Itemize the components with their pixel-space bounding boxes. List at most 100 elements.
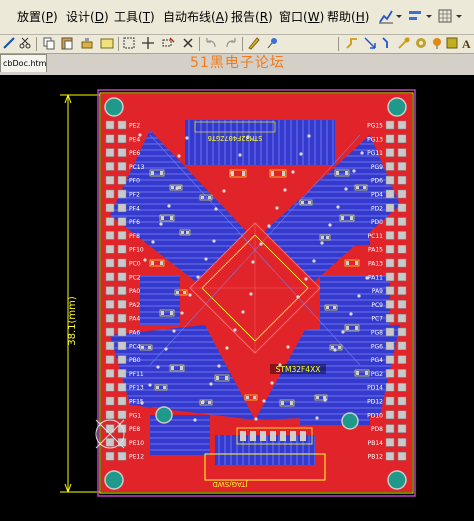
- rubber-stamp-icon[interactable]: [80, 36, 94, 50]
- left-header-pin[interactable]: [105, 244, 115, 254]
- left-header-pin[interactable]: [105, 175, 115, 185]
- right-header-pin[interactable]: [397, 410, 407, 420]
- string-icon[interactable]: A: [460, 36, 474, 50]
- left-header-pin[interactable]: [105, 258, 115, 268]
- right-header-pin[interactable]: [385, 258, 395, 268]
- left-header-pin[interactable]: [117, 217, 127, 226]
- right-header-pin[interactable]: [385, 327, 395, 337]
- left-header-pin[interactable]: [117, 231, 127, 240]
- right-header-pin[interactable]: [385, 134, 395, 144]
- left-header-pin[interactable]: [105, 189, 115, 199]
- deselect-icon[interactable]: [161, 36, 175, 50]
- right-header-pin[interactable]: [397, 189, 407, 199]
- right-header-pin[interactable]: [385, 369, 395, 378]
- left-header-pin[interactable]: [105, 286, 115, 295]
- dropdown-arrow-icon-3[interactable]: [455, 8, 463, 24]
- menu-help[interactable]: 帮助(H): [327, 10, 369, 24]
- right-header-pin[interactable]: [397, 244, 407, 254]
- trace-icon[interactable]: [381, 36, 395, 50]
- left-header-pin[interactable]: [117, 120, 127, 130]
- right-header-pin[interactable]: [385, 272, 395, 282]
- left-header-pin[interactable]: [105, 451, 115, 461]
- right-header-pin[interactable]: [385, 424, 395, 433]
- left-header-pin[interactable]: [117, 189, 127, 199]
- left-header-pin[interactable]: [117, 341, 127, 351]
- right-header-pin[interactable]: [385, 203, 395, 213]
- left-header-pin[interactable]: [117, 203, 127, 213]
- menu-place[interactable]: 放置(P): [17, 10, 58, 24]
- left-header-pin[interactable]: [105, 134, 115, 144]
- undo-icon[interactable]: [204, 36, 218, 50]
- right-header-pin[interactable]: [385, 244, 395, 254]
- right-header-pin[interactable]: [397, 286, 407, 295]
- right-header-pin[interactable]: [397, 451, 407, 461]
- redo-icon[interactable]: [224, 36, 238, 50]
- arrow-icon[interactable]: [363, 36, 377, 50]
- dropdown-arrow-icon-2[interactable]: [425, 8, 433, 24]
- left-header-pin[interactable]: [105, 272, 115, 282]
- right-header-pin[interactable]: [397, 382, 407, 392]
- right-header-pin[interactable]: [397, 203, 407, 213]
- right-header-pin[interactable]: [397, 355, 407, 364]
- menu-design[interactable]: 设计(D): [66, 10, 109, 24]
- right-header-pin[interactable]: [397, 313, 407, 323]
- left-header-pin[interactable]: [117, 272, 127, 282]
- right-header-pin[interactable]: [397, 134, 407, 144]
- left-header-pin[interactable]: [105, 217, 115, 226]
- left-header-pin[interactable]: [117, 148, 127, 157]
- pin-icon[interactable]: [265, 36, 279, 50]
- menu-tools[interactable]: 工具(T): [114, 10, 155, 24]
- right-header-pin[interactable]: [385, 189, 395, 199]
- right-header-pin[interactable]: [385, 313, 395, 323]
- menu-autoroute[interactable]: 自动布线(A): [163, 10, 229, 24]
- left-header-pin[interactable]: [105, 355, 115, 364]
- pcb-board-view[interactable]: 38.1(mm) STM32F407ZGT6 STM32F4XX JTAG/SW…: [0, 75, 474, 521]
- left-header-pin[interactable]: [117, 258, 127, 268]
- cross-icon[interactable]: [181, 36, 195, 50]
- right-header-pin[interactable]: [397, 120, 407, 130]
- right-header-pin[interactable]: [397, 327, 407, 337]
- right-header-pin[interactable]: [397, 341, 407, 351]
- left-header-pin[interactable]: [117, 382, 127, 392]
- left-header-pin[interactable]: [117, 369, 127, 378]
- copy-icon[interactable]: [42, 36, 56, 50]
- right-header-pin[interactable]: [385, 451, 395, 461]
- right-header-pin[interactable]: [385, 217, 395, 226]
- left-header-pin[interactable]: [105, 231, 115, 240]
- right-header-pin[interactable]: [397, 217, 407, 226]
- select-rect-icon[interactable]: [122, 36, 136, 50]
- dropdown-arrow-icon[interactable]: [395, 8, 403, 24]
- left-header-pin[interactable]: [117, 162, 127, 171]
- left-header-pin[interactable]: [117, 410, 127, 420]
- right-header-pin[interactable]: [385, 175, 395, 185]
- right-header-pin[interactable]: [385, 300, 395, 309]
- left-header-pin[interactable]: [117, 313, 127, 323]
- pcb-canvas[interactable]: 38.1(mm) STM32F407ZGT6 STM32F4XX JTAG/SW…: [0, 75, 474, 521]
- right-header-pin[interactable]: [385, 355, 395, 364]
- left-header-pin[interactable]: [117, 300, 127, 309]
- left-header-pin[interactable]: [105, 148, 115, 157]
- left-header-pin[interactable]: [105, 382, 115, 392]
- tab-pcbdoc-htm[interactable]: cbDoc.htm: [0, 54, 47, 72]
- right-header-pin[interactable]: [397, 231, 407, 240]
- chart-icon[interactable]: [378, 8, 394, 24]
- route-icon[interactable]: [345, 36, 359, 50]
- right-header-pin[interactable]: [397, 396, 407, 406]
- right-header-pin[interactable]: [385, 231, 395, 240]
- left-header-pin[interactable]: [117, 244, 127, 254]
- left-header-pin[interactable]: [117, 327, 127, 337]
- left-header-pin[interactable]: [117, 424, 127, 433]
- unlink-icon[interactable]: [2, 36, 16, 50]
- paste-icon[interactable]: [60, 36, 74, 50]
- right-header-pin[interactable]: [397, 175, 407, 185]
- left-header-pin[interactable]: [117, 355, 127, 364]
- left-header-pin[interactable]: [105, 341, 115, 351]
- left-header-pin[interactable]: [105, 327, 115, 337]
- right-header-pin[interactable]: [397, 162, 407, 171]
- pad-icon[interactable]: [414, 36, 428, 50]
- right-header-pin[interactable]: [385, 286, 395, 295]
- left-header-pin[interactable]: [105, 120, 115, 130]
- align-icon[interactable]: [407, 8, 423, 24]
- left-header-pin[interactable]: [105, 300, 115, 309]
- left-header-pin[interactable]: [105, 203, 115, 213]
